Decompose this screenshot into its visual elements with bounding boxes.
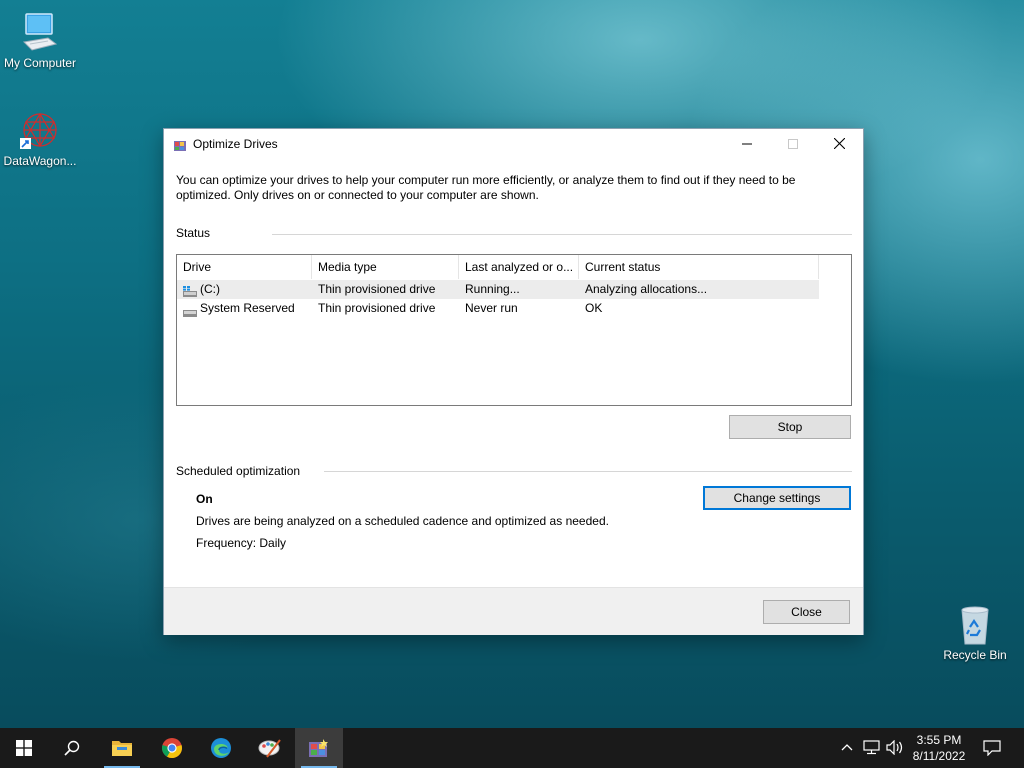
network-icon — [863, 740, 880, 755]
datawagon-shortcut-icon — [18, 108, 62, 152]
window-title: Optimize Drives — [193, 137, 278, 151]
drive-last-analyzed: Running... — [465, 282, 520, 296]
desktop-icon-datawagon[interactable]: DataWagon... — [0, 108, 80, 168]
taskbar-file-explorer[interactable] — [98, 728, 146, 768]
desktop-icon-label: Recycle Bin — [943, 648, 1007, 662]
drive-icon — [183, 304, 197, 317]
close-button[interactable]: Close — [763, 600, 850, 624]
schedule-description: Drives are being analyzed on a scheduled… — [196, 514, 609, 528]
drive-media-type: Thin provisioned drive — [318, 301, 436, 315]
drive-current-status: OK — [585, 301, 603, 315]
speaker-icon — [886, 740, 903, 755]
taskbar-optimize-drives[interactable] — [295, 728, 343, 768]
chrome-icon — [162, 738, 182, 759]
drive-name: (C:) — [200, 282, 220, 296]
column-header-last-analyzed[interactable]: Last analyzed or o... — [459, 255, 579, 279]
scheduled-section-label: Scheduled optimization — [176, 464, 301, 478]
column-header-current-status[interactable]: Current status — [579, 255, 819, 279]
optimize-drives-window: Optimize Drives You can optimize your dr… — [163, 128, 864, 635]
start-icon — [16, 740, 32, 756]
drive-media-type: Thin provisioned drive — [318, 282, 436, 296]
schedule-frequency: Frequency: Daily — [196, 536, 287, 550]
maximize-button[interactable] — [770, 129, 816, 159]
clock-time: 3:55 PM — [916, 733, 962, 747]
column-header-media-type[interactable]: Media type — [312, 255, 459, 279]
network-tray-button[interactable] — [860, 728, 882, 768]
stop-button[interactable]: Stop — [729, 415, 851, 439]
search-button[interactable] — [48, 728, 96, 768]
optimize-drives-app-icon — [173, 138, 187, 152]
close-window-button[interactable] — [816, 129, 862, 159]
desktop-icon-recycle-bin[interactable]: Recycle Bin — [935, 602, 1015, 662]
action-center-button[interactable] — [980, 728, 1004, 768]
taskbar-edge[interactable] — [197, 728, 245, 768]
paint-app-icon — [258, 739, 281, 758]
desktop-icon-label: My Computer — [3, 56, 77, 70]
minimize-icon — [742, 143, 752, 145]
list-header: Drive Media type Last analyzed or o... C… — [177, 255, 819, 279]
table-row[interactable]: System Reserved Thin provisioned drive N… — [177, 299, 819, 318]
status-section-label: Status — [176, 226, 211, 240]
edge-icon — [211, 738, 231, 758]
taskbar-clock[interactable]: 3:55 PM 8/11/2022 — [908, 732, 970, 764]
chevron-up-icon — [841, 744, 853, 751]
file-explorer-icon — [112, 741, 132, 756]
drive-name: System Reserved — [200, 301, 295, 315]
search-icon — [64, 740, 80, 756]
windows-drive-icon — [183, 284, 197, 297]
desktop-icon-my-computer[interactable]: My Computer — [0, 10, 80, 70]
title-bar[interactable]: Optimize Drives — [164, 129, 863, 159]
drive-last-analyzed: Never run — [465, 301, 518, 315]
taskbar: 3:55 PM 8/11/2022 — [0, 728, 1024, 768]
minimize-button[interactable] — [724, 129, 770, 159]
dialog-footer: Close — [164, 587, 863, 635]
column-header-drive[interactable]: Drive — [177, 255, 312, 279]
change-settings-button[interactable]: Change settings — [703, 486, 851, 510]
recycle-bin-icon — [953, 602, 997, 646]
desktop-icon-label: DataWagon... — [3, 154, 77, 168]
show-hidden-icons-button[interactable] — [838, 728, 856, 768]
drives-list[interactable]: Drive Media type Last analyzed or o... C… — [176, 254, 852, 406]
schedule-state: On — [196, 492, 213, 506]
optimize-drives-icon — [309, 739, 328, 757]
computer-icon — [18, 10, 62, 54]
scheduled-divider — [324, 471, 852, 472]
intro-text: You can optimize your drives to help you… — [176, 173, 796, 202]
notification-icon — [983, 740, 1001, 756]
maximize-icon — [788, 139, 798, 149]
close-icon — [833, 137, 845, 150]
start-button[interactable] — [0, 728, 48, 768]
volume-tray-button[interactable] — [884, 728, 906, 768]
clock-date: 8/11/2022 — [912, 749, 966, 763]
taskbar-chrome[interactable] — [148, 728, 196, 768]
status-divider — [272, 234, 852, 235]
drive-current-status: Analyzing allocations... — [585, 282, 708, 296]
taskbar-paint[interactable] — [246, 728, 294, 768]
table-row[interactable]: (C:) Thin provisioned drive Running... A… — [177, 280, 819, 299]
